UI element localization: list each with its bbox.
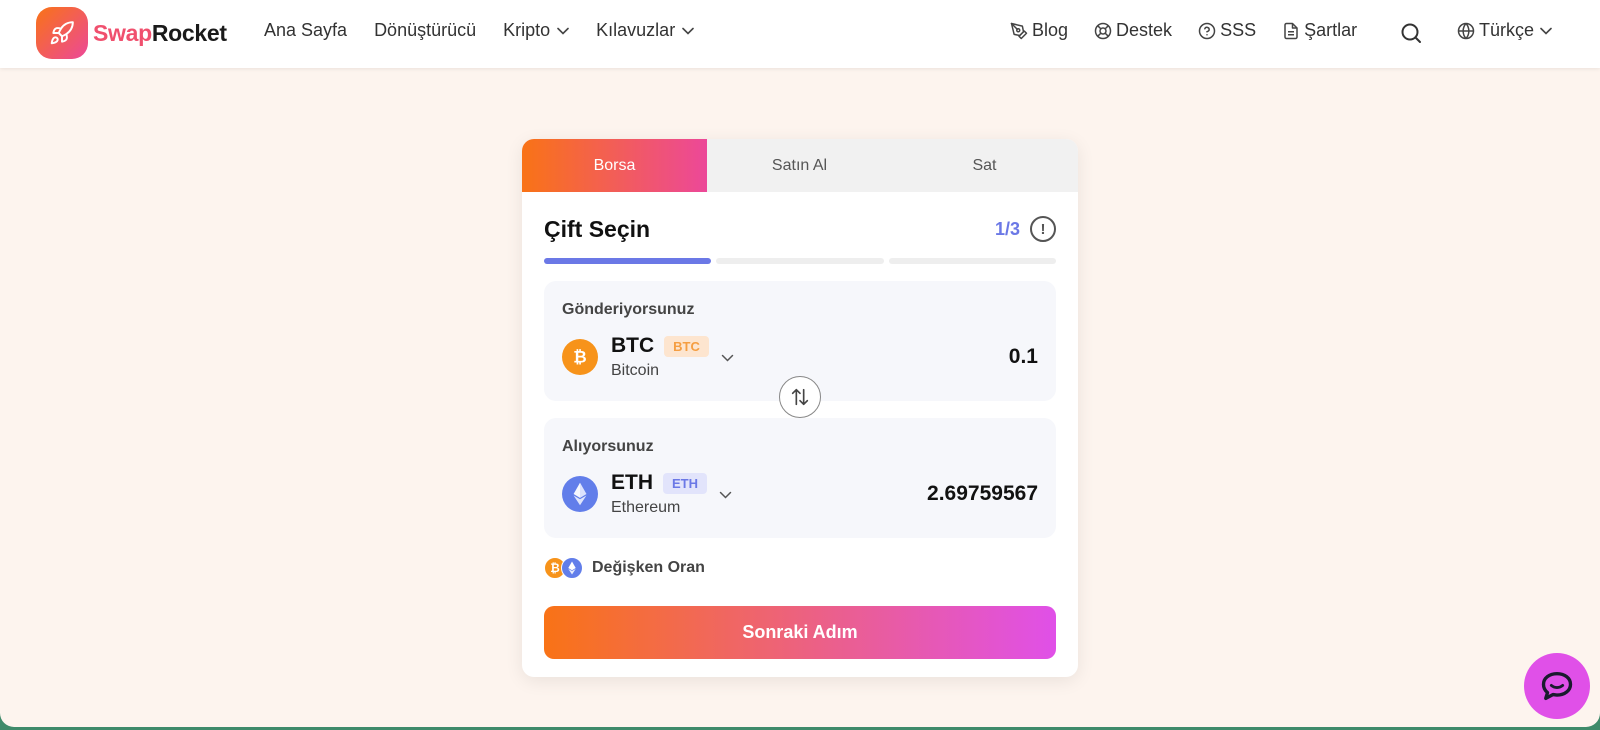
svg-text:₿: ₿	[573, 349, 586, 367]
send-coin-symbol-row: BTC BTC	[611, 334, 709, 358]
receive-coin-text: ETH ETH Ethereum	[611, 471, 707, 517]
language-label: Türkçe	[1479, 20, 1535, 40]
nav-terms-label: Şartlar	[1304, 20, 1358, 40]
ethereum-icon	[561, 557, 583, 579]
bitcoin-icon: ₿	[562, 339, 598, 375]
search-icon	[1401, 23, 1421, 43]
language-selector[interactable]: Türkçe	[1457, 20, 1552, 41]
title-row: Çift Seçin 1/3 !	[544, 214, 1056, 244]
receive-coin-badge: ETH	[663, 472, 707, 494]
send-label: Gönderiyorsunuz	[562, 301, 695, 318]
send-amount-input[interactable]: 0.1	[1009, 345, 1038, 369]
question-icon	[1198, 22, 1216, 39]
chevron-down-icon	[1540, 27, 1552, 35]
chevron-down-icon	[719, 491, 732, 499]
document-icon	[1284, 22, 1298, 39]
chevron-down-icon	[682, 27, 694, 35]
card-title: Çift Seçin	[544, 215, 651, 242]
next-step-button[interactable]: Sonraki Adım	[544, 606, 1056, 659]
ethereum-icon	[562, 476, 598, 512]
pen-icon	[1010, 22, 1028, 39]
send-coin-name: Bitcoin	[611, 362, 660, 379]
globe-icon	[1457, 22, 1475, 39]
tab-sell[interactable]: Sat	[892, 139, 1077, 192]
send-coin-selector[interactable]: ₿ BTC BTC Bitcoin	[562, 334, 734, 380]
progress-segment	[888, 258, 1056, 264]
rocket-icon	[36, 7, 88, 59]
step-indicator: 1/3 !	[995, 216, 1056, 242]
nav-terms[interactable]: Şartlar	[1282, 20, 1357, 41]
progress-bar	[544, 258, 1056, 264]
exchange-card: Borsa Satın Al Sat Çift Seçin 1/3 ! Gönd…	[522, 139, 1078, 677]
tab-exchange[interactable]: Borsa	[522, 139, 707, 192]
brand-part-swap: Swap	[93, 19, 152, 46]
card-body: Çift Seçin 1/3 ! Gönderiyorsunuz ₿ BTC B…	[522, 192, 1078, 659]
receive-coin-symbol-row: ETH ETH	[611, 471, 707, 495]
chevron-down-icon	[721, 354, 734, 362]
search-button[interactable]	[1399, 21, 1423, 50]
nav-guides[interactable]: Kılavuzlar	[596, 20, 694, 41]
rate-type[interactable]: ₿ Değişken Oran	[544, 557, 1056, 579]
logo[interactable]: SwapRocket	[36, 7, 227, 59]
progress-segment	[544, 258, 712, 264]
nav-converter[interactable]: Dönüştürücü	[374, 20, 476, 41]
info-icon[interactable]: !	[1030, 216, 1056, 242]
step-counter: 1/3	[994, 218, 1020, 239]
secondary-nav: Blog Destek SSS Şartlar	[1010, 20, 1383, 41]
receive-coin-selector[interactable]: ETH ETH Ethereum	[562, 471, 732, 517]
swap-arrows-icon	[791, 388, 809, 406]
page: SwapRocket Ana Sayfa Dönüştürücü Kripto …	[0, 0, 1600, 727]
swap-direction-button[interactable]	[779, 376, 821, 418]
send-coin-symbol: BTC	[611, 334, 655, 357]
chat-icon	[1541, 671, 1573, 701]
nav-crypto[interactable]: Kripto	[503, 20, 569, 41]
chat-button[interactable]	[1524, 653, 1590, 719]
receive-coin-symbol: ETH	[611, 471, 653, 494]
nav-guides-label: Kılavuzlar	[596, 20, 676, 40]
nav-crypto-label: Kripto	[503, 20, 551, 40]
nav-faq[interactable]: SSS	[1198, 20, 1256, 41]
progress-segment	[716, 258, 884, 264]
receive-coin-name: Ethereum	[611, 499, 681, 516]
nav-support[interactable]: Destek	[1094, 20, 1172, 41]
nav-support-label: Destek	[1116, 20, 1173, 40]
receive-panel: Alıyorsunuz ETH ETH Ethereum 2.69759567	[544, 418, 1056, 538]
brand-part-rocket: Rocket	[151, 19, 227, 46]
send-coin-badge: BTC	[664, 335, 709, 357]
tab-bar: Borsa Satın Al Sat	[522, 139, 1078, 192]
main-nav: Ana Sayfa Dönüştürücü Kripto Kılavuzlar	[264, 20, 721, 41]
svg-text:₿: ₿	[550, 562, 560, 575]
nav-home[interactable]: Ana Sayfa	[264, 20, 347, 41]
nav-converter-label: Dönüştürücü	[374, 20, 477, 40]
tab-buy[interactable]: Satın Al	[707, 139, 892, 192]
chevron-down-icon	[557, 27, 569, 35]
pair-icons: ₿	[544, 557, 584, 579]
nav-home-label: Ana Sayfa	[264, 20, 348, 40]
nav-blog[interactable]: Blog	[1010, 20, 1068, 41]
receive-amount-value: 2.69759567	[927, 482, 1038, 505]
nav-blog-label: Blog	[1032, 20, 1069, 40]
receive-label: Alıyorsunuz	[562, 438, 654, 455]
nav-faq-label: SSS	[1220, 20, 1257, 40]
header: SwapRocket Ana Sayfa Dönüştürücü Kripto …	[0, 0, 1600, 68]
rate-label: Değişken Oran	[592, 559, 705, 576]
brand-name: SwapRocket	[93, 20, 227, 47]
send-coin-text: BTC BTC Bitcoin	[611, 334, 709, 380]
lifebuoy-icon	[1094, 22, 1112, 39]
